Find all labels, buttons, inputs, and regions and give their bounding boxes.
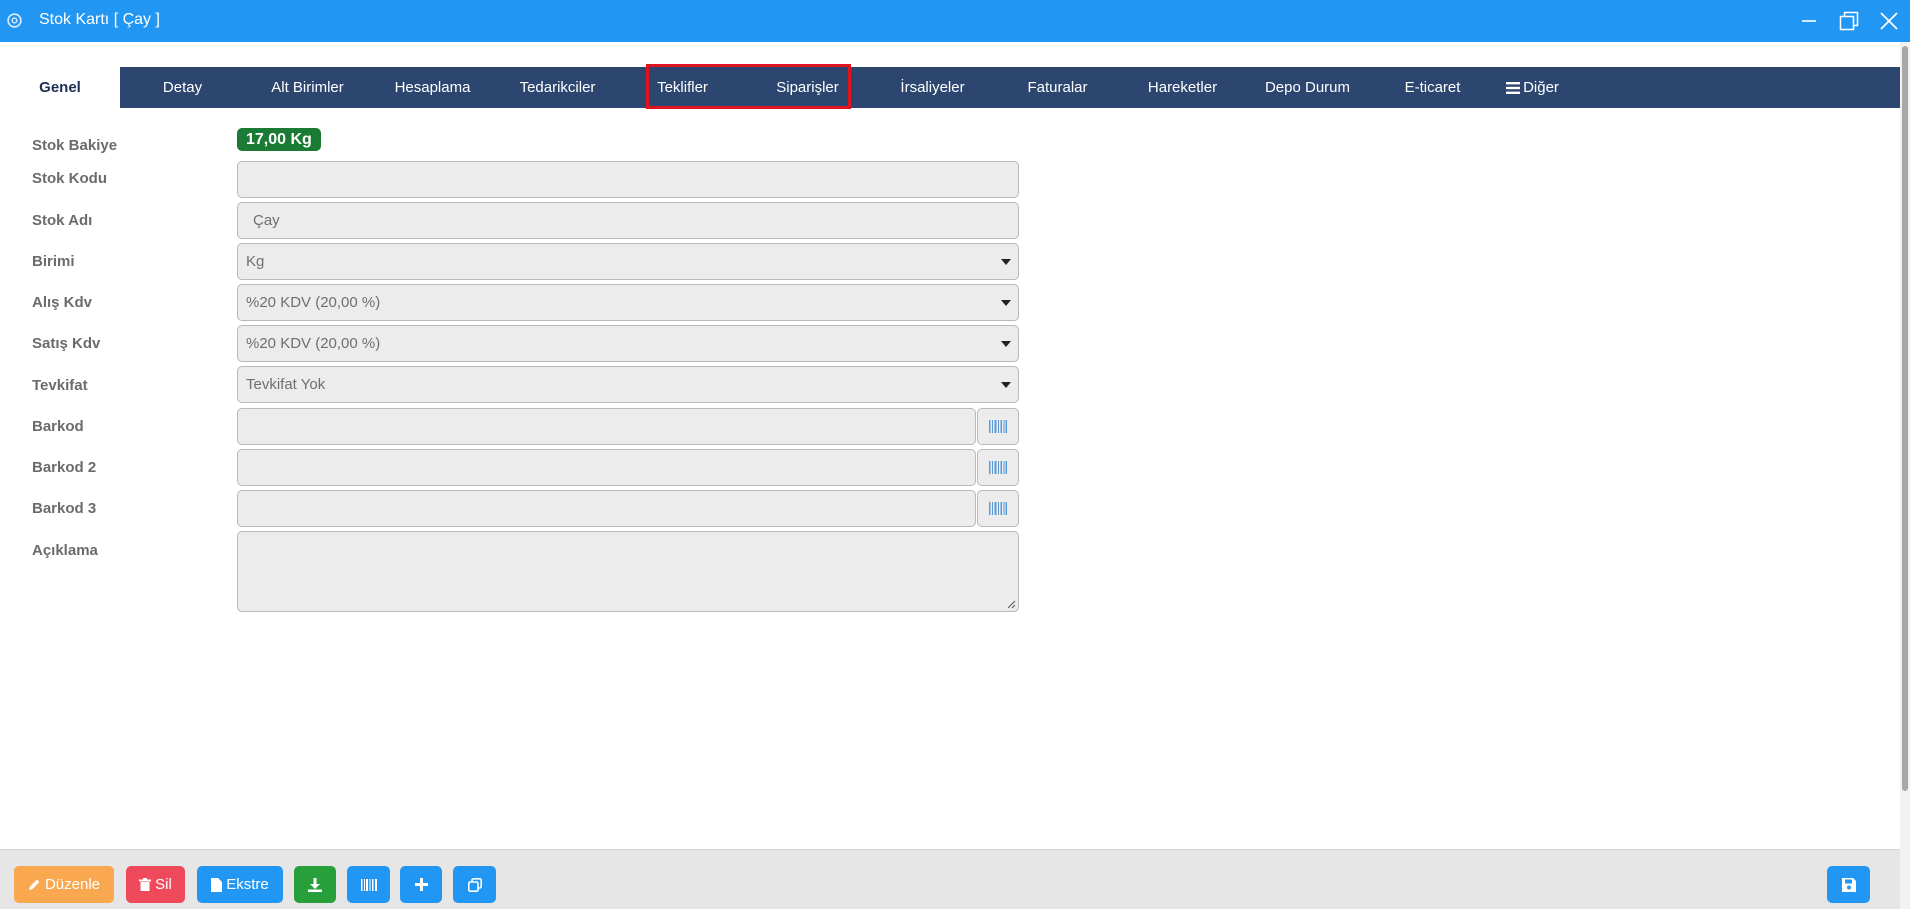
edit-button-label: Düzenle <box>44 876 101 893</box>
tab-label: Alt Birimler <box>271 79 344 96</box>
tab-label: E-ticaret <box>1404 79 1461 96</box>
delete-button-label: Sil <box>155 876 172 893</box>
tab-label: Tedarikciler <box>519 79 596 96</box>
minimize-icon <box>1802 20 1816 22</box>
minimize-button[interactable] <box>1796 8 1822 34</box>
plus-icon <box>414 878 428 891</box>
satis-kdv-label: Satış Kdv <box>32 335 101 352</box>
aciklama-label: Açıklama <box>32 542 98 559</box>
birimi-label: Birimi <box>32 253 75 270</box>
copy-icon <box>467 877 482 892</box>
copy-button[interactable] <box>453 866 496 903</box>
tab-bar: Genel Detay Alt Birimler Hesaplama Tedar… <box>0 67 1900 108</box>
barcode-icon <box>989 461 1007 474</box>
tab-label: Faturalar <box>1027 79 1088 96</box>
footer-toolbar <box>0 849 1900 909</box>
aciklama-textarea[interactable] <box>237 531 1019 612</box>
alis-kdv-label: Alış Kdv <box>32 294 93 311</box>
tab-label: Diğer <box>1523 79 1559 96</box>
tab-faturalar[interactable]: Faturalar <box>995 67 1120 108</box>
barkod3-input[interactable] <box>237 490 976 527</box>
barkod2-input[interactable] <box>237 449 976 486</box>
tab-siparisler[interactable]: Siparişler <box>745 67 870 108</box>
window-title: Stok Kartı [ Çay ] <box>39 11 160 28</box>
barkod2-generate-button[interactable] <box>977 449 1019 486</box>
download-button[interactable] <box>294 866 336 903</box>
vertical-scrollbar[interactable] <box>1900 42 1910 909</box>
birimi-value: Kg <box>246 253 265 270</box>
barkod2-label: Barkod 2 <box>32 459 97 476</box>
file-icon <box>211 877 223 892</box>
tab-label: İrsaliyeler <box>900 79 965 96</box>
resize-grip-icon[interactable] <box>1007 600 1016 609</box>
tab-teklifler[interactable]: Teklifler <box>620 67 745 108</box>
menu-icon <box>1506 81 1521 94</box>
tab-e-ticaret[interactable]: E-ticaret <box>1370 67 1495 108</box>
chevron-down-icon <box>1001 259 1011 265</box>
title-bar: Stok Kartı [ Çay ] <box>0 0 1910 42</box>
satis-kdv-select[interactable]: %20 KDV (20,00 %) <box>237 325 1019 362</box>
stok-bakiye-label: Stok Bakiye <box>32 137 118 154</box>
stok-adi-label: Stok Adı <box>32 212 93 229</box>
edit-button[interactable]: Düzenle <box>14 866 114 903</box>
tevkifat-label: Tevkifat <box>32 377 88 394</box>
tab-label: Depo Durum <box>1264 79 1351 96</box>
tab-label: Detay <box>162 79 203 96</box>
scrollbar-thumb[interactable] <box>1902 46 1908 791</box>
tab-genel[interactable]: Genel <box>0 67 120 108</box>
tab-diger[interactable]: Diğer <box>1495 67 1570 108</box>
tevkifat-value: Tevkifat Yok <box>246 376 326 393</box>
barkod-generate-button[interactable] <box>977 408 1019 445</box>
barcode-button[interactable] <box>347 866 390 903</box>
barkod-input[interactable] <box>237 408 976 445</box>
barkod-label: Barkod <box>32 418 84 435</box>
tab-label: Siparişler <box>776 79 839 96</box>
satis-kdv-value: %20 KDV (20,00 %) <box>246 335 381 352</box>
download-icon <box>308 877 322 892</box>
stok-adi-value: Çay <box>253 212 280 229</box>
tab-hesaplama[interactable]: Hesaplama <box>370 67 495 108</box>
tevkifat-select[interactable]: Tevkifat Yok <box>237 366 1019 403</box>
chevron-down-icon <box>1001 382 1011 388</box>
delete-button[interactable]: Sil <box>126 866 185 903</box>
tab-tedarikciler[interactable]: Tedarikciler <box>495 67 620 108</box>
save-button[interactable] <box>1827 866 1870 903</box>
statement-button[interactable]: Ekstre <box>197 866 283 903</box>
tab-label: Genel <box>39 79 81 96</box>
barcode-icon <box>989 502 1007 515</box>
floppy-icon <box>1841 877 1856 892</box>
tab-hareketler[interactable]: Hareketler <box>1120 67 1245 108</box>
add-button[interactable] <box>400 866 442 903</box>
alis-kdv-select[interactable]: %20 KDV (20,00 %) <box>237 284 1019 321</box>
pencil-icon <box>28 879 40 890</box>
barcode-icon <box>360 878 377 891</box>
tab-label: Teklifler <box>657 79 708 96</box>
tab-label: Hesaplama <box>394 79 471 96</box>
birimi-select[interactable]: Kg <box>237 243 1019 280</box>
app-gear-icon <box>7 13 22 28</box>
stok-kodu-label: Stok Kodu <box>32 170 107 187</box>
close-button[interactable] <box>1876 8 1902 34</box>
barkod3-generate-button[interactable] <box>977 490 1019 527</box>
tab-irsaliyeler[interactable]: İrsaliyeler <box>870 67 995 108</box>
chevron-down-icon <box>1001 300 1011 306</box>
chevron-down-icon <box>1001 341 1011 347</box>
tab-detay[interactable]: Detay <box>120 67 245 108</box>
close-icon <box>1880 12 1898 30</box>
barcode-icon <box>989 420 1007 433</box>
stok-adi-input[interactable]: Çay <box>237 202 1019 239</box>
statement-button-label: Ekstre <box>226 876 269 893</box>
restore-button[interactable] <box>1836 8 1862 34</box>
restore-icon <box>1839 11 1859 31</box>
alis-kdv-value: %20 KDV (20,00 %) <box>246 294 381 311</box>
stok-kodu-input[interactable] <box>237 161 1019 198</box>
tab-label: Hareketler <box>1147 79 1218 96</box>
tab-depo-durum[interactable]: Depo Durum <box>1245 67 1370 108</box>
trash-icon <box>139 878 152 891</box>
tab-alt-birimler[interactable]: Alt Birimler <box>245 67 370 108</box>
barkod3-label: Barkod 3 <box>32 500 97 517</box>
stok-bakiye-badge: 17,00 Kg <box>237 128 321 151</box>
